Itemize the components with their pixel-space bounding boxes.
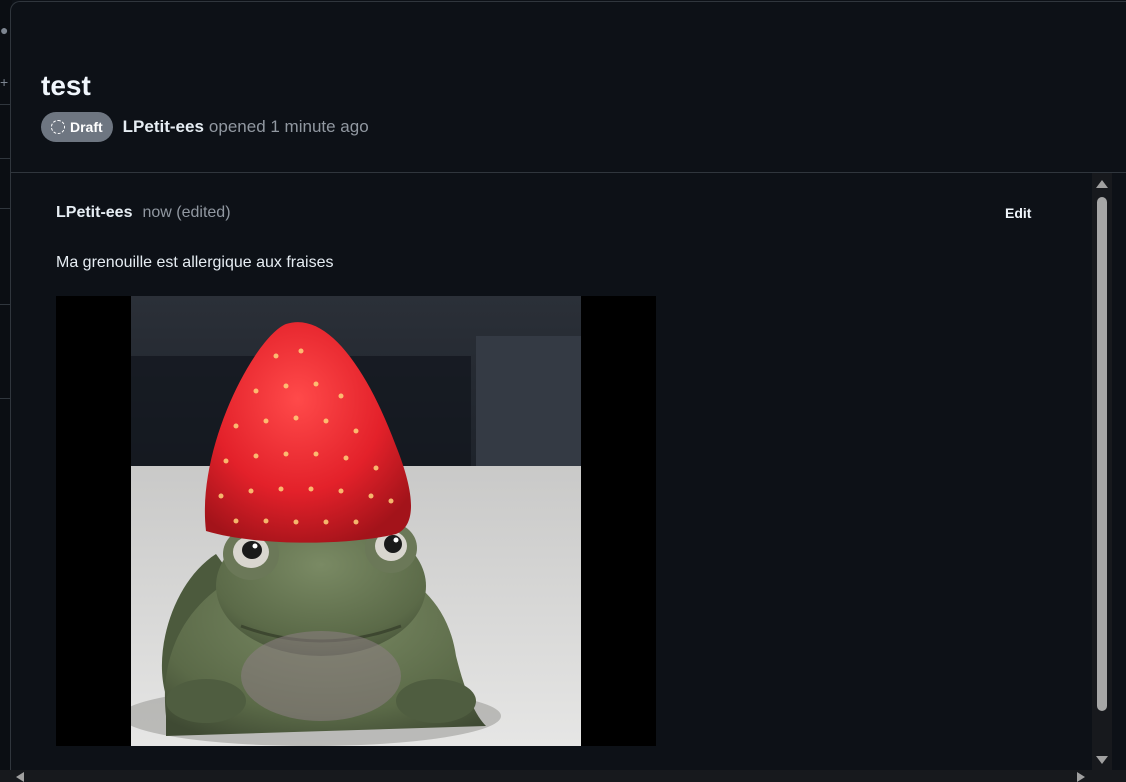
pull-request-dialog: test Draft LPetit-ees opened 1 minute ag… <box>10 1 1126 782</box>
background-divider <box>0 304 10 305</box>
background-avatar-icon: ● <box>0 22 9 38</box>
comment-body: Ma grenouille est allergique aux fraises <box>56 254 334 271</box>
vertical-scroll-thumb[interactable] <box>1097 197 1107 711</box>
status-badge-label: Draft <box>70 119 103 135</box>
comment-author-link[interactable]: LPetit-ees <box>56 204 132 222</box>
background-divider <box>0 208 10 209</box>
background-divider <box>0 104 10 105</box>
status-badge: Draft <box>41 112 113 142</box>
opened-text: opened 1 minute ago <box>208 117 369 136</box>
scroll-up-arrow-icon[interactable] <box>1096 180 1108 188</box>
author-link[interactable]: LPetit-ees <box>123 117 204 137</box>
frog-photo <box>56 296 656 746</box>
background-divider <box>0 158 10 159</box>
edit-button[interactable]: Edit <box>1001 202 1035 224</box>
frog-image[interactable] <box>56 296 656 746</box>
page-title: test <box>41 70 91 101</box>
comment-header: LPetit-ees now (edited) <box>56 204 231 226</box>
background-divider <box>0 398 10 399</box>
scroll-down-arrow-icon[interactable] <box>1096 756 1108 764</box>
comment-timestamp[interactable]: now (edited) <box>142 204 230 222</box>
background-plus-icon: + <box>0 74 9 90</box>
scroll-right-arrow-icon[interactable] <box>1077 772 1085 782</box>
draft-circle-icon <box>51 120 65 134</box>
scroll-left-arrow-icon[interactable] <box>16 772 24 782</box>
vertical-scrollbar[interactable] <box>1092 173 1112 771</box>
pull-request-meta: Draft LPetit-ees opened 1 minute ago <box>41 112 369 142</box>
dialog-header: test Draft LPetit-ees opened 1 minute ag… <box>11 2 1126 173</box>
horizontal-scrollbar[interactable] <box>0 770 1126 782</box>
comment-panel: LPetit-ees now (edited) Edit Ma grenouil… <box>11 174 1091 771</box>
